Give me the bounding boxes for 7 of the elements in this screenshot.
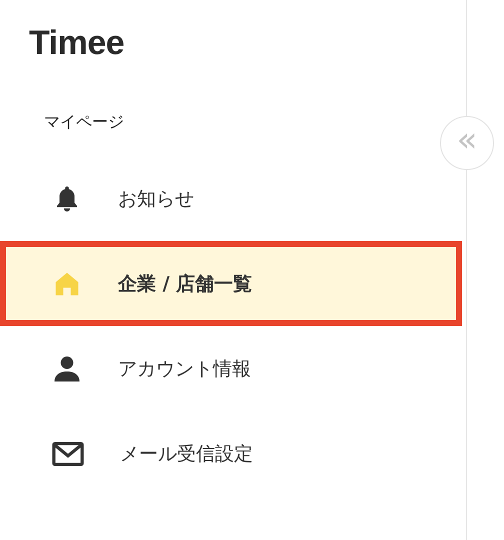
section-title: マイページ <box>43 111 125 133</box>
menu-item[interactable]: 企業 / 店舗一覧 <box>0 241 462 326</box>
person-icon <box>52 354 82 384</box>
menu-item[interactable]: メール受信設定 <box>0 411 466 496</box>
menu-item[interactable]: アカウント情報 <box>0 326 466 411</box>
logo: Timee <box>28 23 126 64</box>
mail-icon <box>52 440 84 466</box>
